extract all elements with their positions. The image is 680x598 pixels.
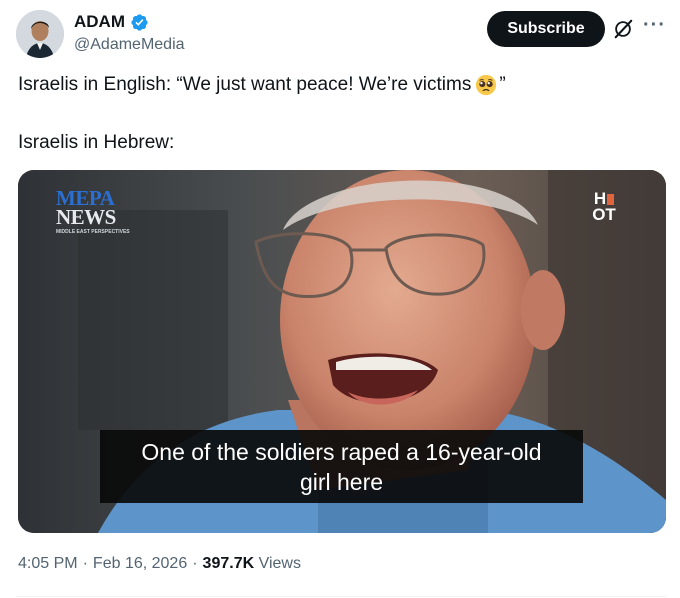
subscribe-button[interactable]: Subscribe bbox=[487, 11, 605, 47]
views-count: 397.7K bbox=[202, 555, 255, 572]
display-name[interactable]: ADAM bbox=[74, 12, 125, 32]
pleading-face-emoji bbox=[476, 74, 497, 96]
separator: · bbox=[192, 555, 198, 572]
verified-badge-icon bbox=[131, 13, 148, 31]
divider bbox=[16, 596, 666, 597]
subtitle-line-1: One of the soldiers raped a 16-year-old bbox=[141, 438, 542, 465]
logo-text-line-2: NEWS bbox=[56, 205, 116, 229]
logo-square-icon bbox=[607, 194, 615, 205]
tweet-text-part: ” bbox=[499, 74, 506, 95]
tweet-time[interactable]: 4:05 PM bbox=[18, 555, 78, 573]
user-handle[interactable]: @AdameMedia bbox=[74, 36, 185, 54]
tweet-meta: 4:05 PM · Feb 16, 2026 · 397.7K Views bbox=[18, 555, 301, 573]
views[interactable]: 397.7K Views bbox=[203, 555, 301, 573]
video-subtitle: One of the soldiers raped a 16-year-old … bbox=[100, 430, 583, 503]
avatar[interactable] bbox=[16, 10, 64, 58]
more-options-icon[interactable]: ··· bbox=[643, 14, 666, 37]
tweet-media[interactable]: MEPA NEWS MIDDLE EAST PERSPECTIVES H OT … bbox=[18, 170, 666, 533]
tweet-text-line-2: Israelis in Hebrew: bbox=[18, 132, 175, 153]
channel-logo-left: MEPA NEWS MIDDLE EAST PERSPECTIVES bbox=[56, 188, 130, 236]
tweet-text-part: Israelis in English: “We just want peace… bbox=[18, 74, 472, 95]
tweet-text-line-1: Israelis in English: “We just want peace… bbox=[18, 74, 506, 96]
logo-right-bottom: OT bbox=[592, 205, 616, 224]
tweet-date[interactable]: Feb 16, 2026 bbox=[93, 555, 187, 573]
views-label: Views bbox=[258, 555, 301, 572]
channel-logo-right: H OT bbox=[590, 190, 618, 224]
avatar-image bbox=[16, 10, 64, 58]
separator: · bbox=[82, 555, 88, 572]
logo-tagline: MIDDLE EAST PERSPECTIVES bbox=[56, 229, 130, 235]
subtitle-line-2: girl here bbox=[299, 468, 384, 495]
grok-icon[interactable] bbox=[612, 18, 634, 40]
author-name-row[interactable]: ADAM bbox=[74, 12, 149, 32]
